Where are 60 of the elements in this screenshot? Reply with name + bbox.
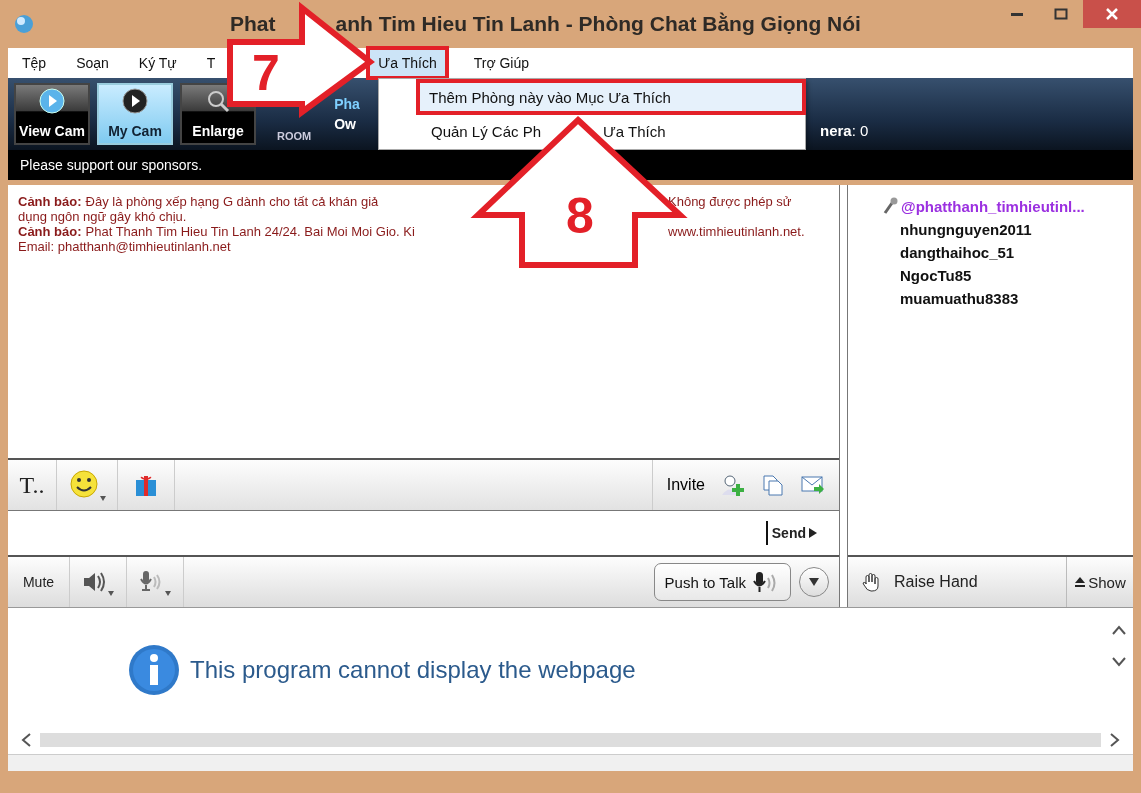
close-icon xyxy=(1105,7,1119,21)
caret-down-icon xyxy=(809,578,819,586)
menu-item[interactable]: Thêm Phòng này vào Mục Ưa Thích xyxy=(419,82,803,112)
scroll-right-icon[interactable] xyxy=(1109,732,1121,748)
chat-message: dụng ngôn ngữ gây khó chịu. xyxy=(18,209,187,224)
send-button[interactable]: Send xyxy=(765,521,821,545)
chat-message: Không được phép sử xyxy=(668,194,793,209)
window-title: Phat xyxy=(230,12,276,36)
smiley-icon xyxy=(67,468,107,502)
menu-item[interactable]: Tệp xyxy=(19,48,50,78)
add-user-icon[interactable] xyxy=(721,474,745,496)
chat-message: Email: phatthanh@timhieutinlanh.net xyxy=(18,239,231,254)
room-owner: Ow xyxy=(334,116,357,132)
push-to-talk-button[interactable]: Push to Talk xyxy=(653,563,791,601)
user-name[interactable]: muamuathu8383 xyxy=(882,290,1133,307)
error-message: This program cannot display the webpage xyxy=(190,656,636,684)
camera-button[interactable]: View Cam xyxy=(14,83,90,145)
menu-item[interactable]: Soạn xyxy=(73,48,112,78)
microphone-icon xyxy=(882,197,898,215)
minimize-icon xyxy=(1011,12,1023,16)
user-name[interactable]: NgocTu85 xyxy=(882,267,1133,284)
message-input[interactable]: Send xyxy=(8,511,839,555)
invite-label: Invite xyxy=(666,476,705,494)
room-name: Pha xyxy=(334,96,360,112)
copy-icon[interactable] xyxy=(761,474,785,496)
menu-item[interactable]: T xyxy=(203,48,219,78)
scroll-down-icon[interactable] xyxy=(1111,656,1127,668)
scroll-left-icon[interactable] xyxy=(20,732,32,748)
menu-item[interactable]: Trợ Giúp xyxy=(470,48,533,78)
show-button[interactable]: Show xyxy=(1067,557,1133,607)
room-button[interactable]: ROOM xyxy=(277,130,312,142)
user-name[interactable]: @phatthanh_timhieutinl... xyxy=(901,197,1085,215)
menu-item-text[interactable]: Ưa Thích xyxy=(603,122,666,140)
menu-item-text[interactable]: Quản Lý Các Ph xyxy=(431,122,542,140)
chat-message: www.timhieutinlanh.net. xyxy=(668,224,806,239)
eject-icon xyxy=(1074,576,1087,588)
window-title: anh Tim Hieu Tin Lanh - Phòng Chat Bằng Giọng Nói xyxy=(335,12,861,36)
gift-icon xyxy=(134,473,158,497)
mail-icon[interactable] xyxy=(801,474,825,496)
info-icon xyxy=(128,644,180,696)
step-number: 8 xyxy=(566,188,594,244)
play-icon xyxy=(122,88,148,114)
play-icon xyxy=(39,88,65,114)
user-name[interactable]: nhungnguyen2011 xyxy=(882,221,1133,238)
camera-button[interactable]: My Cam xyxy=(97,83,173,145)
user-name[interactable]: dangthaihoc_51 xyxy=(882,244,1133,261)
menu-item[interactable]: Ký Tự xyxy=(135,48,180,78)
scroll-up-icon[interactable] xyxy=(1111,624,1127,636)
play-arrow-icon xyxy=(809,528,817,538)
menu-item[interactable]: Ưa Thích xyxy=(368,48,447,78)
sponsor-text: Please support our sponsors. xyxy=(20,157,203,173)
maximize-icon xyxy=(1054,7,1068,21)
chat-message: Cảnh báo: Đây là phòng xếp hạng G dành cho tất cả khán giả xyxy=(18,194,380,209)
magnifier-icon xyxy=(205,88,231,114)
font-button[interactable]: T.. xyxy=(8,460,57,510)
options-button[interactable] xyxy=(799,567,829,597)
close-button[interactable] xyxy=(1083,0,1141,28)
camera-count: nera: 0 xyxy=(820,122,869,139)
chat-message: Cảnh báo: Phat Thanh Tim Hieu Tin Lanh 24/24. Bai Moi Moi Gio. Ki xyxy=(18,224,416,239)
hand-icon xyxy=(862,572,880,592)
